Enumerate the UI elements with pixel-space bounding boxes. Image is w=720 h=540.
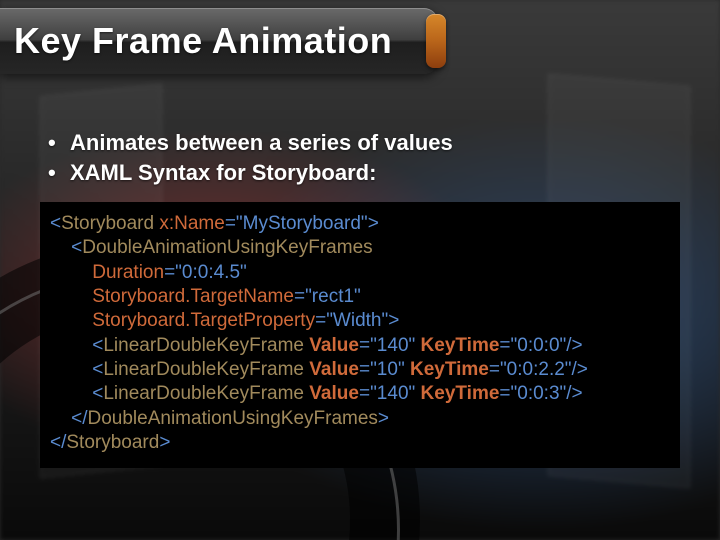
title-bar: Key Frame Animation [0,8,438,74]
code-block: <Storyboard x:Name="MyStoryboard"> <Doub… [40,202,680,468]
code-line: <LinearDoubleKeyFrame Value="140" KeyTim… [50,334,670,358]
bullet-item: Animates between a series of values [40,128,680,158]
slide-body: Animates between a series of values XAML… [40,128,680,187]
slide-title: Key Frame Animation [0,20,392,62]
code-line: <DoubleAnimationUsingKeyFrames [50,236,670,260]
code-line: </DoubleAnimationUsingKeyFrames> [50,407,670,431]
code-line: <LinearDoubleKeyFrame Value="10" KeyTime… [50,358,670,382]
code-line: Storyboard.TargetName="rect1" [50,285,670,309]
code-line: </Storyboard> [50,431,670,455]
code-line: Duration="0:0:4.5" [50,261,670,285]
code-line: <Storyboard x:Name="MyStoryboard"> [50,212,670,236]
bullet-item: XAML Syntax for Storyboard: [40,158,680,188]
bullet-list: Animates between a series of values XAML… [40,128,680,187]
slide: Key Frame Animation Animates between a s… [0,0,720,540]
code-line: <LinearDoubleKeyFrame Value="140" KeyTim… [50,382,670,406]
code-line: Storyboard.TargetProperty="Width"> [50,309,670,333]
